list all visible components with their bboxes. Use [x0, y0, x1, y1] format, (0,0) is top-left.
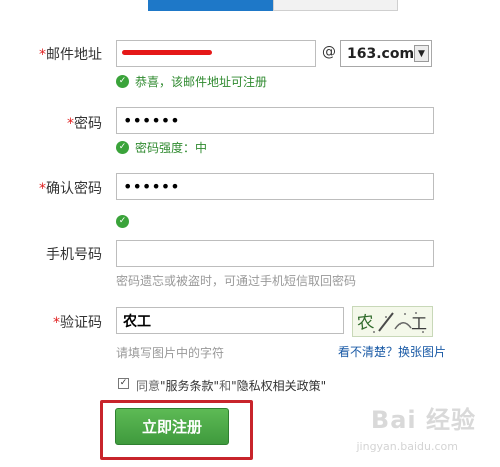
email-domain-select[interactable]: 163.com ▼ — [340, 40, 432, 67]
phone-input[interactable] — [116, 240, 434, 267]
captcha-image[interactable]: 农 工 — [352, 306, 433, 337]
email-input[interactable] — [116, 40, 316, 67]
captcha-graphic: 农 工 — [356, 312, 427, 334]
check-icon: ✓ — [116, 141, 129, 154]
chevron-down-icon[interactable]: ▼ — [414, 45, 429, 62]
tab-email-register[interactable] — [148, 0, 273, 11]
refresh-captcha-link[interactable]: 看不清楚？换张图片 — [338, 343, 446, 360]
email-success-message: ✓ 恭喜，该邮件地址可注册 — [116, 73, 267, 90]
captcha-label: *验证码 — [53, 315, 102, 331]
redaction-mark — [122, 50, 212, 55]
confirm-password-label: *确认密码 — [39, 181, 102, 197]
password-input[interactable]: •••••• — [116, 107, 434, 134]
required-mark: * — [39, 181, 46, 197]
svg-text:工: 工 — [411, 314, 427, 333]
terms-link[interactable]: "服务条款" — [160, 379, 219, 393]
email-label: *邮件地址 — [39, 47, 102, 63]
at-sign: @ — [322, 44, 336, 60]
check-icon: ✓ — [116, 215, 129, 228]
password-label: *密码 — [67, 116, 102, 132]
baidu-watermark-url: jingyan.baidu.com — [356, 440, 458, 453]
password-strength: ✓ 密码强度：中 — [116, 139, 207, 156]
baidu-watermark: Bai 经验 — [370, 406, 476, 434]
required-mark: * — [39, 47, 46, 63]
required-mark: * — [67, 116, 74, 132]
required-mark: * — [53, 315, 60, 331]
phone-hint: 密码遗忘或被盗时，可通过手机短信取回密码 — [116, 274, 357, 288]
agreement-text: 同意"服务条款"和"隐私权相关政策" — [136, 379, 327, 393]
phone-label: 手机号码 — [46, 247, 102, 263]
svg-text:农: 农 — [356, 312, 375, 334]
agree-checkbox[interactable]: ✓ — [118, 378, 129, 389]
register-button[interactable]: 立即注册 — [115, 408, 229, 445]
tab-phone-register[interactable] — [273, 0, 398, 11]
privacy-link[interactable]: "隐私权相关政策" — [231, 379, 326, 393]
confirm-success: ✓ — [116, 208, 129, 228]
captcha-input[interactable]: 农工 — [116, 307, 344, 334]
confirm-password-input[interactable]: •••••• — [116, 173, 434, 200]
check-icon: ✓ — [116, 75, 129, 88]
captcha-hint: 请填写图片中的字符 — [116, 346, 225, 360]
